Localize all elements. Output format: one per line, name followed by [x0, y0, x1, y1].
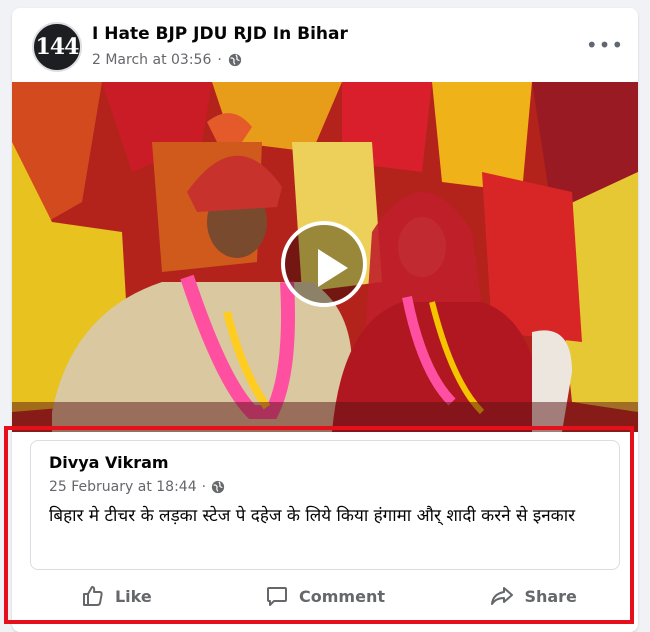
- like-button[interactable]: Like: [12, 574, 221, 618]
- globe-icon: [228, 53, 241, 67]
- globe-icon: [211, 480, 225, 494]
- share-button[interactable]: Share: [429, 574, 638, 618]
- page-avatar[interactable]: 144: [32, 22, 82, 72]
- post-card: 144 I Hate BJP JDU RJD In Bihar 2 March …: [12, 8, 638, 632]
- post-meta: 2 March at 03:56 ·: [92, 52, 242, 68]
- post-timestamp[interactable]: 2 March at 03:56: [92, 52, 211, 68]
- comment-button[interactable]: Comment: [221, 574, 430, 618]
- shared-post-timestamp[interactable]: 25 February at 18:44: [49, 479, 197, 495]
- more-options-icon[interactable]: •••: [586, 30, 623, 60]
- action-bar: Like Comment Share: [12, 574, 638, 618]
- comment-icon: [267, 587, 288, 606]
- shared-post-preview[interactable]: Divya Vikram 25 February at 18:44 · बिहा…: [30, 440, 620, 570]
- post-header: 144 I Hate BJP JDU RJD In Bihar 2 March …: [12, 8, 638, 82]
- shared-post-author[interactable]: Divya Vikram: [49, 453, 169, 472]
- video-player[interactable]: [12, 82, 638, 432]
- share-icon: [491, 587, 514, 605]
- shared-post-meta: 25 February at 18:44 ·: [49, 479, 225, 495]
- play-icon[interactable]: [281, 221, 367, 307]
- meta-separator: ·: [217, 52, 222, 68]
- share-label: Share: [524, 586, 577, 606]
- shared-post-text: बिहार मे टीचर के लड़का स्टेज पे दहेज के …: [49, 506, 576, 526]
- comment-label: Comment: [299, 586, 385, 606]
- page-name-link[interactable]: I Hate BJP JDU RJD In Bihar: [92, 24, 348, 44]
- like-label: Like: [114, 586, 152, 606]
- thumbs-up-icon: [82, 586, 103, 606]
- play-triangle: [318, 249, 348, 287]
- meta-separator: ·: [201, 479, 207, 495]
